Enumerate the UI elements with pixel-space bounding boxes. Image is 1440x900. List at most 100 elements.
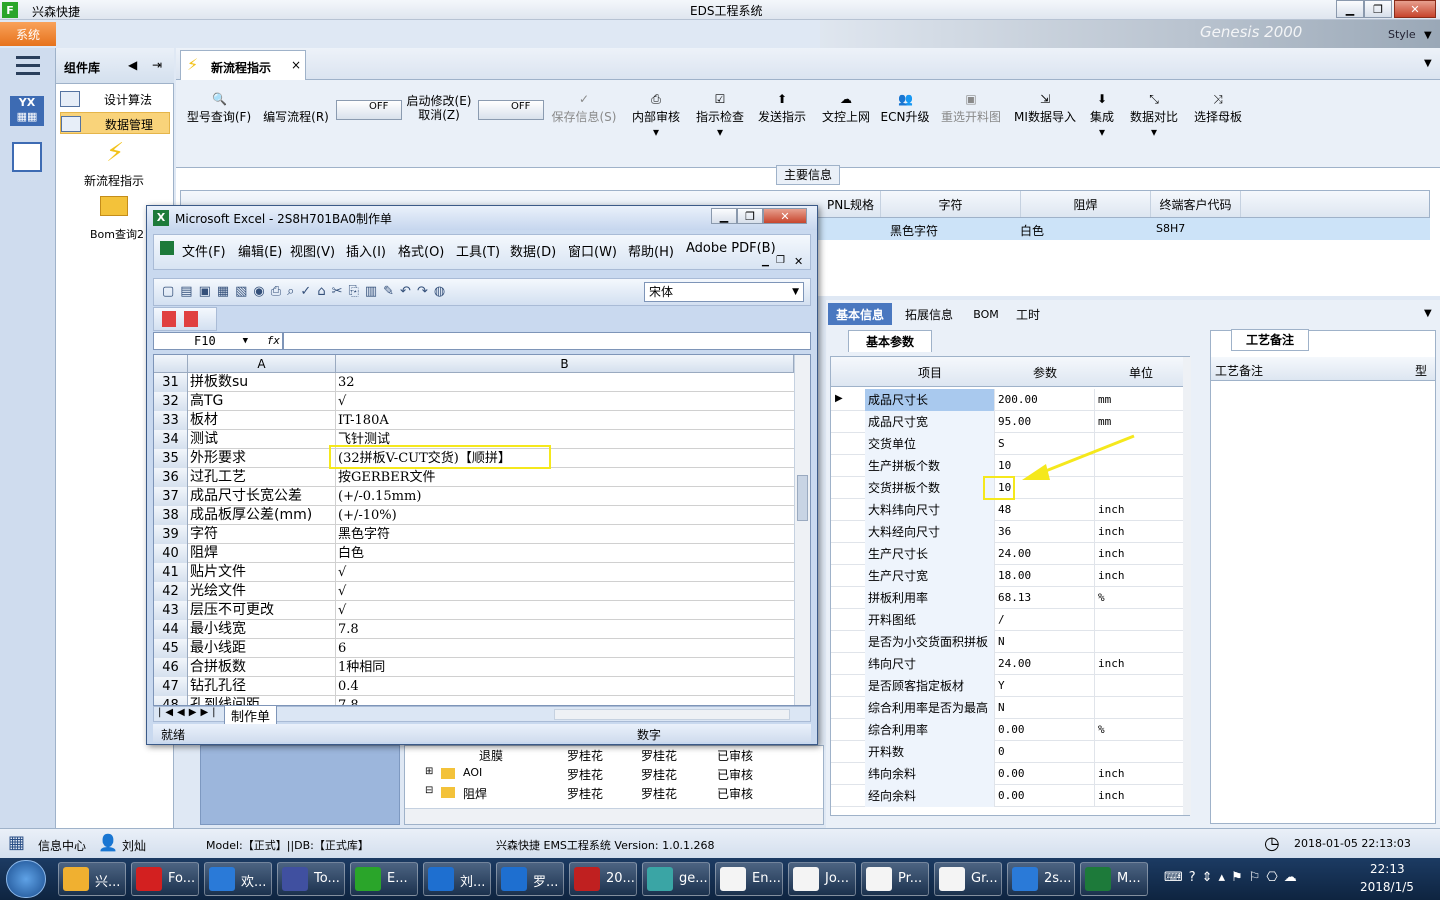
sheet-vscrollbar[interactable]: [794, 355, 810, 705]
taskbar-app-button[interactable]: To...: [277, 862, 345, 896]
param-row[interactable]: 大料经向尺寸 36 inch: [831, 521, 1191, 543]
menu-data[interactable]: 数据(D): [510, 241, 556, 260]
row-number[interactable]: 40: [154, 544, 188, 563]
tab-new-flow[interactable]: ⚡ 新流程指示 ×: [180, 50, 306, 80]
scroll-thumb[interactable]: [797, 475, 808, 521]
save-info-button[interactable]: ✓ 保存信息(S): [548, 92, 620, 136]
menu-edit[interactable]: 编辑(E): [238, 241, 282, 260]
sheet-row[interactable]: 33 板材 IT-180A: [154, 411, 794, 430]
corner-select-all[interactable]: [154, 355, 188, 373]
hamburger-menu-icon[interactable]: [16, 56, 40, 76]
tab-bom[interactable]: BOM: [966, 303, 1006, 325]
row-number[interactable]: 44: [154, 620, 188, 639]
sheet-row[interactable]: 32 高TG √: [154, 392, 794, 411]
excel-minimize-button[interactable]: ▁: [711, 208, 737, 224]
col-header-a[interactable]: A: [188, 355, 336, 373]
modify-toggle[interactable]: OFF: [478, 100, 544, 120]
remarks-col[interactable]: 工艺备注: [1215, 362, 1263, 379]
row-number[interactable]: 35: [154, 449, 188, 468]
tray-time[interactable]: 22:13: [1370, 862, 1405, 876]
row-number[interactable]: 42: [154, 582, 188, 601]
internal-review-button[interactable]: ⎙ 内部审核 ▾: [628, 92, 684, 139]
basic-params-tab[interactable]: 基本参数: [848, 330, 932, 352]
tree-hscrollbar[interactable]: [405, 808, 823, 824]
style-label[interactable]: Style: [1388, 28, 1416, 41]
info-center[interactable]: 信息中心: [38, 837, 86, 854]
remarks-tab[interactable]: 工艺备注: [1231, 329, 1309, 351]
sheet-row[interactable]: 43 层压不可更改 √: [154, 601, 794, 620]
param-row[interactable]: 综合利用率 0.00%: [831, 719, 1191, 741]
font-name-select[interactable]: 宋体 ▼: [644, 282, 804, 302]
data-compare-button[interactable]: ⤡ 数据对比 ▾: [1126, 92, 1182, 139]
collapse-left-icon[interactable]: ◀: [128, 58, 137, 72]
row-number[interactable]: 31: [154, 373, 188, 392]
row-number[interactable]: 37: [154, 487, 188, 506]
reselect-cutting-button[interactable]: ▣ 重选开料图: [938, 92, 1004, 136]
header-item[interactable]: 项目: [865, 357, 995, 387]
write-flow-button[interactable]: 编写流程(R): [260, 92, 332, 136]
row-number[interactable]: 43: [154, 601, 188, 620]
windows-grid-icon[interactable]: ▦: [8, 833, 30, 853]
system-menu-button[interactable]: 系统: [0, 22, 56, 46]
taskbar-app-button[interactable]: 2s...: [1007, 862, 1075, 896]
doc-minimize-icon[interactable]: ▁: [762, 257, 769, 267]
sheet-row[interactable]: 46 合拼板数 1种相同: [154, 658, 794, 677]
pdf-icon[interactable]: [162, 311, 176, 327]
standard-toolbar-icons[interactable]: ▢▤▣▦▧◉⎙⌕✓⌂✂⎘▥✎↶↷◍: [162, 284, 451, 299]
close-button[interactable]: ✕: [1394, 0, 1436, 18]
taskbar-app-button[interactable]: E...: [350, 862, 418, 896]
tree-row[interactable]: 退膜 罗桂花 罗桂花 已审核: [405, 746, 805, 765]
param-row[interactable]: 开料数 0: [831, 741, 1191, 763]
sheet-nav-arrows[interactable]: |◀◀▶▶|: [158, 707, 220, 718]
header-value[interactable]: 参数: [995, 357, 1095, 387]
sheet-row[interactable]: 45 最小线距 6: [154, 639, 794, 658]
taskbar-app-button[interactable]: Jo...: [788, 862, 856, 896]
row-number[interactable]: 33: [154, 411, 188, 430]
col-header-b[interactable]: B: [336, 355, 794, 373]
name-box[interactable]: F10 ▼ fx: [153, 332, 283, 350]
taskbar-app-button[interactable]: M...: [1080, 862, 1148, 896]
select-mother-board-button[interactable]: ⤨ 选择母板: [1190, 92, 1246, 136]
row-number[interactable]: 32: [154, 392, 188, 411]
taskbar-app-button[interactable]: Pr...: [861, 862, 929, 896]
taskbar-app-button[interactable]: Gr...: [934, 862, 1002, 896]
expand-icon[interactable]: ⊞: [425, 766, 433, 777]
function-icon[interactable]: fx: [267, 333, 280, 349]
style-dropdown-icon[interactable]: ▼: [1424, 30, 1432, 41]
col-header[interactable]: 阻焊: [1021, 191, 1151, 217]
menu-help[interactable]: 帮助(H): [628, 241, 674, 260]
taskbar-app-button[interactable]: 刘...: [423, 862, 491, 896]
param-row[interactable]: 是否为小交货面积拼板 N: [831, 631, 1191, 653]
params-scrollbar[interactable]: [1183, 357, 1191, 815]
tray-icons[interactable]: ⌨?⇕▴⚑⚐⎔☁: [1164, 870, 1303, 885]
sheet-row[interactable]: 48 孔到线间距 7.8: [154, 696, 794, 705]
instruction-check-button[interactable]: ☑ 指示检查 ▾: [692, 92, 748, 139]
taskbar-app-button[interactable]: 欢...: [204, 862, 272, 896]
pin-icon[interactable]: ⇥: [152, 58, 162, 72]
taskbar-app-button[interactable]: En...: [715, 862, 783, 896]
taskbar-app-button[interactable]: 罗...: [496, 862, 564, 896]
sheet-row[interactable]: 41 贴片文件 √: [154, 563, 794, 582]
model-query-button[interactable]: 🔍 型号查询(F): [184, 92, 254, 136]
sheet-row[interactable]: 40 阻焊 白色: [154, 544, 794, 563]
taskbar-app-button[interactable]: Fo...: [131, 862, 199, 896]
row-number[interactable]: 41: [154, 563, 188, 582]
menu-format[interactable]: 格式(O): [398, 241, 444, 260]
remarks-col-type[interactable]: 型: [1415, 362, 1427, 379]
tabs-dropdown-icon[interactable]: ▼: [1424, 308, 1432, 319]
doc-restore-icon[interactable]: ❐: [776, 255, 785, 266]
start-button[interactable]: [6, 860, 46, 898]
tab-extended-info[interactable]: 拓展信息: [898, 303, 960, 325]
param-row[interactable]: 综合利用率是否为最高 N: [831, 697, 1191, 719]
yx-module-icon[interactable]: YX ▦▦: [10, 96, 44, 126]
row-number[interactable]: 45: [154, 639, 188, 658]
param-row[interactable]: 拼板利用率 68.13%: [831, 587, 1191, 609]
taskbar-app-button[interactable]: ge...: [642, 862, 710, 896]
excel-maximize-button[interactable]: ❐: [737, 208, 763, 224]
param-row[interactable]: 是否顾客指定板材 Y: [831, 675, 1191, 697]
collapse-icon[interactable]: ⊟: [425, 785, 433, 796]
excel-close-button[interactable]: ✕: [763, 208, 807, 224]
send-instruction-button[interactable]: ⬆ 发送指示: [754, 92, 810, 136]
row-number[interactable]: 46: [154, 658, 188, 677]
tree-row[interactable]: ⊞ AOI 罗桂花 罗桂花 已审核: [405, 765, 805, 784]
